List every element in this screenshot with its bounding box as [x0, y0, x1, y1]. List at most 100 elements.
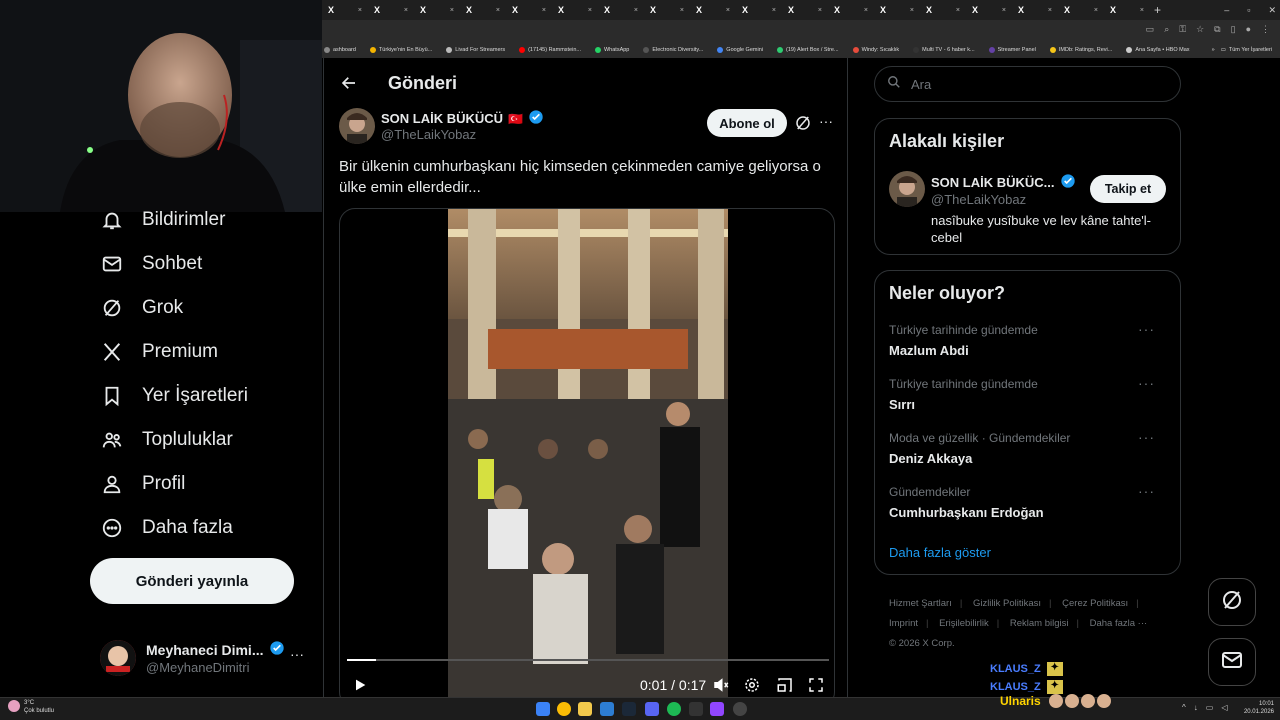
app-icon[interactable]: [600, 702, 614, 716]
browser-tab[interactable]: X ×: [644, 0, 690, 20]
browser-tab[interactable]: X ×: [506, 0, 552, 20]
close-tab-icon[interactable]: ×: [818, 7, 822, 14]
close-tab-icon[interactable]: ×: [496, 7, 500, 14]
nav-item-profile[interactable]: Profil: [100, 472, 185, 496]
app-icon[interactable]: [710, 702, 724, 716]
close-tab-icon[interactable]: ×: [864, 7, 868, 14]
file-explorer-icon[interactable]: [578, 702, 592, 716]
zoom-icon[interactable]: ⌕: [1164, 24, 1169, 35]
nav-item-bookmarks[interactable]: Yer İşaretleri: [100, 384, 248, 408]
grok-icon[interactable]: [794, 114, 812, 137]
messages-floating-button[interactable]: [1208, 638, 1256, 686]
browser-tab[interactable]: X ×: [828, 0, 874, 20]
trend-item[interactable]: Türkiye tarihinde gündemde Mazlum Abdi ·…: [889, 321, 1169, 363]
chrome-icon[interactable]: [557, 702, 571, 716]
epic-games-icon[interactable]: [689, 702, 703, 716]
subscribe-button[interactable]: Abone ol: [707, 109, 787, 137]
footer-link[interactable]: Hizmet Şartları: [889, 598, 952, 609]
close-tab-icon[interactable]: ×: [726, 7, 730, 14]
close-tab-icon[interactable]: ×: [956, 7, 960, 14]
close-tab-icon[interactable]: ×: [542, 7, 546, 14]
settings-gear-icon[interactable]: [743, 676, 761, 699]
close-tab-icon[interactable]: ×: [1094, 7, 1098, 14]
grok-floating-button[interactable]: [1208, 578, 1256, 626]
cast-icon[interactable]: ▭: [1146, 24, 1155, 35]
browser-tab[interactable]: X ×: [782, 0, 828, 20]
bookmark-item[interactable]: Livad For Streamers: [446, 47, 505, 53]
browser-tab[interactable]: X ×: [1012, 0, 1058, 20]
close-window-icon[interactable]: ✕: [1268, 5, 1276, 16]
close-tab-icon[interactable]: ×: [450, 7, 454, 14]
author-handle[interactable]: @TheLaikYobaz: [381, 127, 476, 142]
all-bookmarks-button[interactable]: ▭ Tüm Yer İşaretleri: [1221, 47, 1272, 53]
spotify-icon[interactable]: [667, 702, 681, 716]
nav-item-grok[interactable]: Grok: [100, 296, 183, 320]
key-icon[interactable]: ⚿: [1179, 24, 1186, 35]
author-name[interactable]: SON LAİK BÜKÜCÜ: [381, 111, 503, 126]
account-more-icon[interactable]: ···: [290, 646, 304, 662]
author-avatar[interactable]: [339, 108, 375, 144]
nav-item-communities[interactable]: Topluluklar: [100, 428, 233, 452]
star-icon[interactable]: ☆: [1196, 24, 1204, 35]
address-bar[interactable]: ▭ ⌕ ⚿ ☆ ⧉ ▯ ● ⋮: [322, 20, 1280, 42]
trend-item[interactable]: Moda ve güzellik · Gündemdekiler Deniz A…: [889, 429, 1169, 471]
trend-item[interactable]: Türkiye tarihinde gündemde Sırrı ···: [889, 375, 1169, 417]
bookmark-item[interactable]: Google Gemini: [717, 47, 763, 53]
browser-tab[interactable]: X ×: [368, 0, 414, 20]
bookmarks-more-button[interactable]: »: [1212, 47, 1215, 53]
close-tab-icon[interactable]: ×: [772, 7, 776, 14]
chevron-up-icon[interactable]: ^: [1182, 703, 1186, 712]
browser-tab[interactable]: X ×: [736, 0, 782, 20]
minimize-icon[interactable]: –: [1224, 5, 1229, 15]
bookmark-item[interactable]: (17145) Rammstein...: [519, 47, 581, 53]
browser-tab[interactable]: X ×: [874, 0, 920, 20]
close-tab-icon[interactable]: ×: [404, 7, 408, 14]
browser-tab[interactable]: X ×: [1058, 0, 1104, 20]
trend-more-icon[interactable]: ···: [1138, 429, 1155, 445]
back-arrow-icon[interactable]: [340, 74, 358, 97]
footer-link[interactable]: Reklam bilgisi: [1010, 618, 1069, 629]
trend-more-icon[interactable]: ···: [1138, 375, 1155, 391]
bookmark-item[interactable]: IMDb: Ratings, Revi...: [1049, 47, 1112, 53]
steam-icon[interactable]: [622, 702, 636, 716]
search-box[interactable]: Ara: [874, 66, 1181, 102]
download-icon[interactable]: ↓: [1194, 703, 1198, 712]
related-handle[interactable]: @TheLaikYobaz: [931, 192, 1026, 207]
bookmark-item[interactable]: Streamer Panel: [988, 47, 1036, 53]
browser-tab[interactable]: X ×: [1104, 0, 1150, 20]
profile-avatar-icon[interactable]: ●: [1246, 24, 1251, 35]
bookmark-item[interactable]: (19) Alert Box / Stre...: [776, 47, 839, 53]
related-avatar[interactable]: [889, 171, 925, 207]
follow-button[interactable]: Takip et: [1090, 175, 1166, 203]
video-progress-track[interactable]: [347, 659, 829, 661]
clock[interactable]: 10:01 20.01.2026: [1238, 700, 1274, 716]
footer-link[interactable]: Imprint: [889, 618, 918, 629]
fullscreen-icon[interactable]: [807, 676, 825, 699]
bookmark-item[interactable]: Multi TV - 6 haber k...: [913, 47, 975, 53]
close-tab-icon[interactable]: ×: [358, 7, 362, 14]
volume-icon[interactable]: ◁: [1221, 703, 1227, 712]
footer-link[interactable]: Erişilebilirlik: [939, 618, 989, 629]
close-tab-icon[interactable]: ×: [1140, 7, 1144, 14]
extensions-icon[interactable]: ⧉: [1214, 24, 1220, 35]
bookmark-item[interactable]: Ana Sayfa • HBO Max: [1126, 47, 1190, 53]
bookmark-item[interactable]: WhatsApp: [594, 47, 629, 53]
pip-icon[interactable]: [776, 676, 794, 699]
sidebar-icon[interactable]: ▯: [1231, 24, 1236, 35]
close-tab-icon[interactable]: ×: [680, 7, 684, 14]
browser-tab[interactable]: X ×: [966, 0, 1012, 20]
bookmark-item[interactable]: ashboard: [324, 47, 356, 53]
post-button[interactable]: Gönderi yayınla: [90, 558, 294, 604]
browser-tab[interactable]: X ×: [690, 0, 736, 20]
bookmark-item[interactable]: Türkiye'nin En Büyü...: [369, 47, 432, 53]
close-tab-icon[interactable]: ×: [634, 7, 638, 14]
browser-tab[interactable]: X ×: [322, 0, 368, 20]
close-tab-icon[interactable]: ×: [1048, 7, 1052, 14]
browser-tab[interactable]: X ×: [414, 0, 460, 20]
related-name[interactable]: SON LAİK BÜKÜC...: [931, 175, 1055, 190]
browser-tab[interactable]: X ×: [598, 0, 644, 20]
account-switcher[interactable]: Meyhaneci Dimi... @MeyhaneDimitri ···: [100, 636, 310, 680]
close-tab-icon[interactable]: ×: [910, 7, 914, 14]
volume-icon[interactable]: [712, 676, 730, 699]
footer-link[interactable]: Gizlilik Politikası: [973, 598, 1041, 609]
